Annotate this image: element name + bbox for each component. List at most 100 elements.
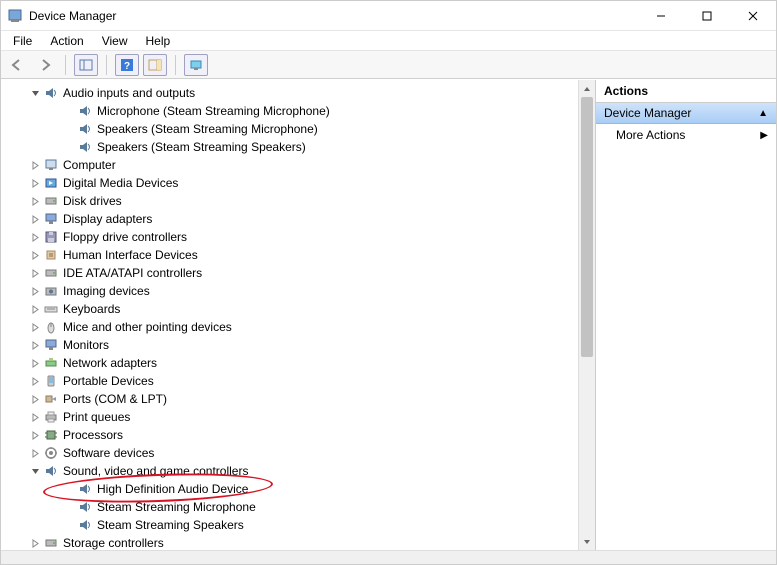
menu-help[interactable]: Help <box>138 32 179 50</box>
scan-hardware-button[interactable] <box>184 54 208 76</box>
vertical-scrollbar[interactable] <box>578 80 595 550</box>
tree-category-14[interactable]: Print queues <box>7 408 578 426</box>
scroll-up-button[interactable] <box>579 80 595 97</box>
expand-icon <box>29 305 41 314</box>
computer-icon <box>43 157 59 173</box>
expand-icon <box>29 395 41 404</box>
actions-header: Actions <box>596 80 776 103</box>
tree-item-sound-0[interactable]: High Definition Audio Device <box>7 480 578 498</box>
tree-item-sound-2[interactable]: Steam Streaming Speakers <box>7 516 578 534</box>
disk-icon <box>43 265 59 281</box>
tree-item-sound-1[interactable]: Steam Streaming Microphone <box>7 498 578 516</box>
expand-icon <box>29 377 41 386</box>
tree-category-audio[interactable]: Audio inputs and outputs <box>7 84 578 102</box>
scroll-down-button[interactable] <box>579 533 595 550</box>
tree-item-label: Audio inputs and outputs <box>63 86 195 100</box>
submenu-icon: ▶ <box>760 130 768 141</box>
tree-item-audio-1[interactable]: Speakers (Steam Streaming Microphone) <box>7 120 578 138</box>
maximize-button[interactable] <box>684 1 730 31</box>
device-manager-window: Device Manager File Action View Help <box>0 0 777 565</box>
minimize-button[interactable] <box>638 1 684 31</box>
tree-item-label: Human Interface Devices <box>63 248 198 262</box>
expand-icon <box>29 179 41 188</box>
tree-item-label: Floppy drive controllers <box>63 230 187 244</box>
disk-icon <box>43 535 59 550</box>
tree-category-4[interactable]: Floppy drive controllers <box>7 228 578 246</box>
portable-icon <box>43 373 59 389</box>
collapse-icon <box>29 467 41 476</box>
tree-item-label: Speakers (Steam Streaming Microphone) <box>97 122 318 136</box>
device-tree-pane: Audio inputs and outputs Microphone (Stea… <box>1 80 596 550</box>
tree-item-label: Speakers (Steam Streaming Speakers) <box>97 140 306 154</box>
tree-category-storage[interactable]: Storage controllers <box>7 534 578 550</box>
toolbar-separator <box>175 55 176 75</box>
keyboard-icon <box>43 301 59 317</box>
app-icon <box>7 8 23 24</box>
scroll-track[interactable] <box>579 97 595 533</box>
speaker-icon <box>77 499 93 515</box>
tree-category-6[interactable]: IDE ATA/ATAPI controllers <box>7 264 578 282</box>
svg-text:?: ? <box>124 61 130 72</box>
software-icon <box>43 445 59 461</box>
chip-icon <box>43 427 59 443</box>
content-area: Audio inputs and outputs Microphone (Stea… <box>1 79 776 550</box>
scroll-thumb[interactable] <box>581 97 593 357</box>
tree-item-label: Sound, video and game controllers <box>63 464 248 478</box>
tree-category-12[interactable]: Portable Devices <box>7 372 578 390</box>
disk-icon <box>43 193 59 209</box>
expand-icon <box>29 197 41 206</box>
collapse-icon <box>29 89 41 98</box>
actions-item-label: More Actions <box>616 128 685 142</box>
actions-more-actions[interactable]: More Actions ▶ <box>596 124 776 146</box>
speaker-icon <box>77 481 93 497</box>
menu-file[interactable]: File <box>5 32 40 50</box>
actions-section-device-manager[interactable]: Device Manager ▲ <box>596 103 776 124</box>
device-tree[interactable]: Audio inputs and outputs Microphone (Stea… <box>1 80 578 550</box>
tree-item-label: Digital Media Devices <box>63 176 178 190</box>
tree-category-3[interactable]: Display adapters <box>7 210 578 228</box>
tree-item-label: Keyboards <box>63 302 120 316</box>
tree-item-label: High Definition Audio Device <box>97 482 248 496</box>
back-button[interactable] <box>5 54 29 76</box>
show-hide-action-pane-button[interactable] <box>143 54 167 76</box>
tree-item-audio-2[interactable]: Speakers (Steam Streaming Speakers) <box>7 138 578 156</box>
tree-category-16[interactable]: Software devices <box>7 444 578 462</box>
tree-item-label: Print queues <box>63 410 130 424</box>
tree-category-2[interactable]: Disk drives <box>7 192 578 210</box>
tree-category-13[interactable]: Ports (COM & LPT) <box>7 390 578 408</box>
menu-action[interactable]: Action <box>42 32 91 50</box>
display-icon <box>43 337 59 353</box>
tree-category-11[interactable]: Network adapters <box>7 354 578 372</box>
tree-category-0[interactable]: Computer <box>7 156 578 174</box>
tree-item-label: IDE ATA/ATAPI controllers <box>63 266 202 280</box>
toolbar: ? <box>1 51 776 79</box>
expand-icon <box>29 341 41 350</box>
expand-icon <box>29 269 41 278</box>
tree-item-label: Software devices <box>63 446 154 460</box>
tree-category-1[interactable]: Digital Media Devices <box>7 174 578 192</box>
tree-category-8[interactable]: Keyboards <box>7 300 578 318</box>
forward-button[interactable] <box>33 54 57 76</box>
help-button[interactable]: ? <box>115 54 139 76</box>
collapse-icon: ▲ <box>758 108 768 119</box>
tree-category-9[interactable]: Mice and other pointing devices <box>7 318 578 336</box>
speaker-icon <box>43 463 59 479</box>
close-button[interactable] <box>730 1 776 31</box>
tree-item-label: Monitors <box>63 338 109 352</box>
camera-icon <box>43 283 59 299</box>
tree-category-sound[interactable]: Sound, video and game controllers <box>7 462 578 480</box>
tree-item-audio-0[interactable]: Microphone (Steam Streaming Microphone) <box>7 102 578 120</box>
tree-category-15[interactable]: Processors <box>7 426 578 444</box>
toolbar-separator <box>65 55 66 75</box>
speaker-icon <box>77 139 93 155</box>
tree-category-7[interactable]: Imaging devices <box>7 282 578 300</box>
tree-category-5[interactable]: Human Interface Devices <box>7 246 578 264</box>
expand-icon <box>29 251 41 260</box>
tree-item-label: Microphone (Steam Streaming Microphone) <box>97 104 330 118</box>
expand-icon <box>29 359 41 368</box>
show-hide-console-tree-button[interactable] <box>74 54 98 76</box>
tree-category-10[interactable]: Monitors <box>7 336 578 354</box>
media-icon <box>43 175 59 191</box>
speaker-icon <box>77 103 93 119</box>
menu-view[interactable]: View <box>94 32 136 50</box>
